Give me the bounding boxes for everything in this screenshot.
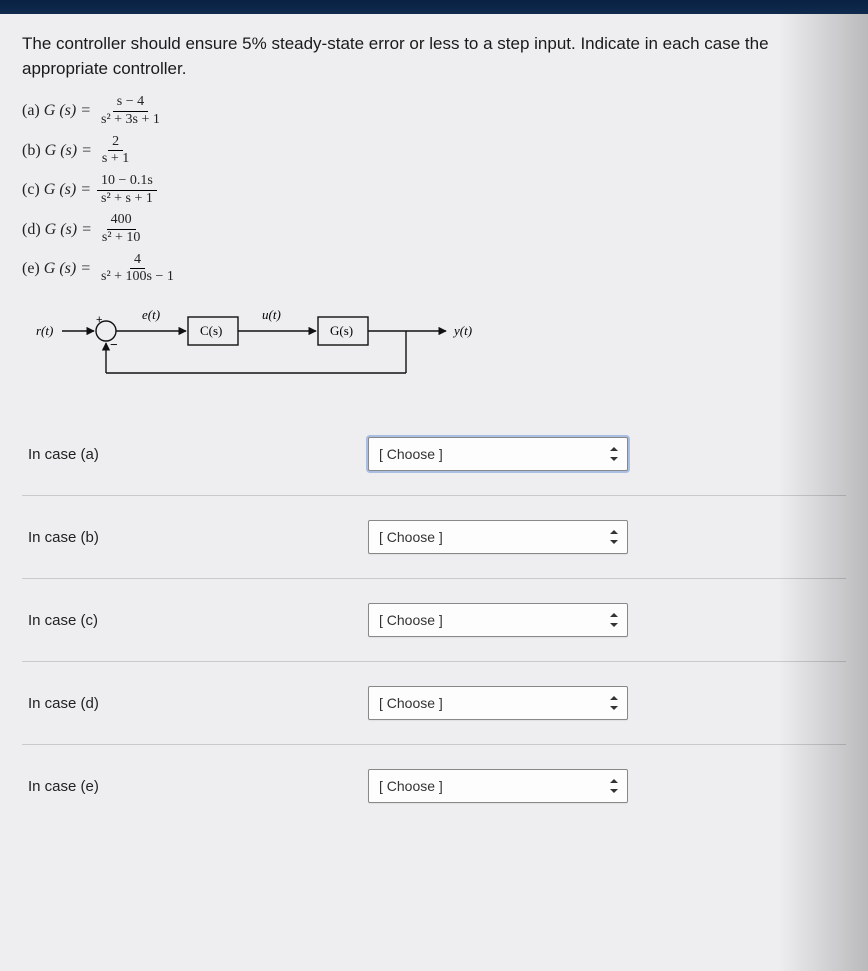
select-case-e[interactable]: [ Choose ] (368, 769, 628, 803)
question-page: The controller should ensure 5% steady-s… (0, 14, 868, 971)
option-d-fraction: 400 s² + 10 (98, 213, 145, 245)
option-c-lhs: G (s) = (44, 181, 91, 199)
option-c-num: 10 − 0.1s (97, 174, 157, 191)
diag-plus: + (96, 314, 102, 326)
answer-row-d: In case (d) [ Choose ] (22, 662, 846, 745)
option-b-den: s + 1 (98, 151, 133, 167)
answer-label-e: In case (e) (28, 778, 368, 795)
option-b-fraction: 2 s + 1 (98, 135, 133, 167)
window-top-border (0, 0, 868, 14)
select-case-a[interactable]: [ Choose ] (368, 437, 628, 471)
option-e-den: s² + 100s − 1 (97, 269, 178, 285)
option-a-den: s² + 3s + 1 (97, 112, 164, 128)
option-e-num: 4 (130, 253, 145, 270)
answer-row-a: In case (a) [ Choose ] (22, 413, 846, 496)
option-d-label: (d) (22, 221, 41, 239)
diag-minus: − (110, 337, 118, 352)
option-d-lhs: G (s) = (45, 221, 92, 239)
option-a-fraction: s − 4 s² + 3s + 1 (97, 95, 164, 127)
select-case-d[interactable]: [ Choose ] (368, 686, 628, 720)
block-diagram: r(t) + − e(t) C(s) u(t) G(s) y(t) (36, 295, 846, 385)
option-a-lhs: G (s) = (44, 102, 91, 120)
option-c-label: (c) (22, 181, 40, 199)
answer-row-b: In case (b) [ Choose ] (22, 496, 846, 579)
diag-e-label: e(t) (142, 307, 160, 322)
option-a-num: s − 4 (113, 95, 148, 112)
option-b: (b) G (s) = 2 s + 1 (22, 135, 846, 167)
question-prompt: The controller should ensure 5% steady-s… (22, 32, 846, 81)
option-b-num: 2 (108, 135, 123, 152)
diag-g-label: G(s) (330, 323, 353, 338)
option-d-den: s² + 10 (98, 230, 145, 246)
option-a-label: (a) (22, 102, 40, 120)
diag-u-label: u(t) (262, 307, 281, 322)
option-e-fraction: 4 s² + 100s − 1 (97, 253, 178, 285)
option-d: (d) G (s) = 400 s² + 10 (22, 213, 846, 245)
diag-c-label: C(s) (200, 323, 222, 338)
option-c: (c) G (s) = 10 − 0.1s s² + s + 1 (22, 174, 846, 206)
select-case-c[interactable]: [ Choose ] (368, 603, 628, 637)
answers-section: In case (a) [ Choose ] In case (b) [ Cho… (22, 413, 846, 827)
answer-row-c: In case (c) [ Choose ] (22, 579, 846, 662)
answer-label-b: In case (b) (28, 529, 368, 546)
answer-label-a: In case (a) (28, 446, 368, 463)
answer-label-c: In case (c) (28, 612, 368, 629)
diag-y-label: y(t) (452, 323, 472, 338)
option-c-fraction: 10 − 0.1s s² + s + 1 (97, 174, 157, 206)
option-c-den: s² + s + 1 (97, 191, 157, 207)
answer-label-d: In case (d) (28, 695, 368, 712)
option-b-label: (b) (22, 142, 41, 160)
diag-r-label: r(t) (36, 323, 53, 338)
option-e-lhs: G (s) = (44, 260, 91, 278)
option-e: (e) G (s) = 4 s² + 100s − 1 (22, 253, 846, 285)
option-b-lhs: G (s) = (45, 142, 92, 160)
option-a: (a) G (s) = s − 4 s² + 3s + 1 (22, 95, 846, 127)
select-case-b[interactable]: [ Choose ] (368, 520, 628, 554)
answer-row-e: In case (e) [ Choose ] (22, 745, 846, 827)
option-e-label: (e) (22, 260, 40, 278)
option-d-num: 400 (107, 213, 136, 230)
